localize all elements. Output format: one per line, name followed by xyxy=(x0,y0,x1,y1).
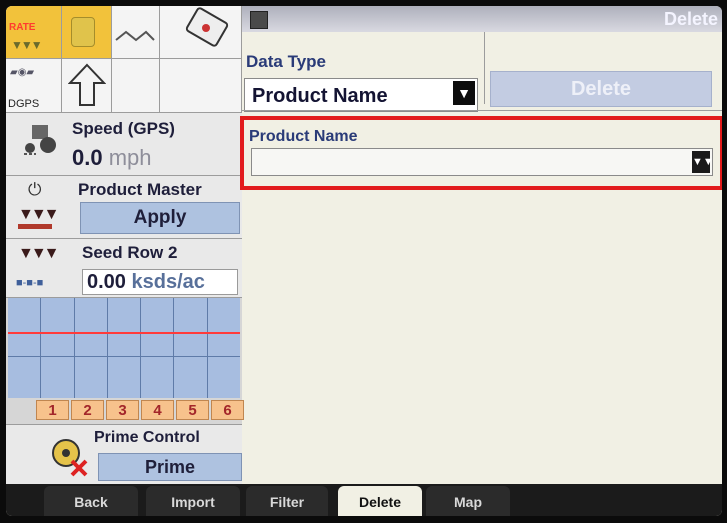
speed-block: Speed (GPS) 0.0 mph xyxy=(6,113,242,176)
row-bar-graph xyxy=(8,298,240,398)
screen: RATE ▼▼▼ ▰◉▰ DGPS Speed (GPS) 0.0 mph ⏻ … xyxy=(6,6,722,516)
speed-title: Speed (GPS) xyxy=(72,119,175,138)
row-bar xyxy=(41,298,75,398)
prime-control-title: Prime Control xyxy=(94,429,200,446)
product-name-dropdown[interactable]: ▼▼ xyxy=(251,148,714,176)
header-divider xyxy=(484,32,485,104)
row-number[interactable]: 1 xyxy=(36,400,69,420)
row-unit-icon: ■-■-■ xyxy=(16,277,44,289)
row-bar xyxy=(208,298,240,398)
tab-delete[interactable]: Delete xyxy=(338,486,422,516)
speed-unit: mph xyxy=(108,145,152,170)
seed-meter-icon: ▼▼▼ xyxy=(18,206,59,223)
data-type-dropdown[interactable]: Product Name ▼ xyxy=(244,78,478,112)
product-master-title: Product Master xyxy=(78,180,202,199)
seed-bag-tile[interactable] xyxy=(62,6,112,59)
up-arrow-icon xyxy=(68,63,106,106)
tab-back[interactable]: Back xyxy=(44,486,138,516)
meter-bar-icon xyxy=(18,224,52,229)
target-rate-line xyxy=(8,332,240,334)
speed-value: 0.0 mph xyxy=(72,145,152,171)
prime-button[interactable]: Prime xyxy=(98,453,242,481)
product-name-label: Product Name xyxy=(249,128,358,145)
seed-row-block: ▼▼▼ Seed Row 2 ■-■-■ 0.00 ksds/ac xyxy=(6,239,242,298)
rate-seed-tile[interactable]: RATE ▼▼▼ xyxy=(6,6,62,59)
rate-label: RATE xyxy=(9,22,36,33)
tab-filter[interactable]: Filter xyxy=(246,486,328,516)
empty-tile-2[interactable] xyxy=(160,59,242,113)
double-chevron-down-icon: ▼▼ xyxy=(692,151,714,173)
seed-bag-icon xyxy=(71,17,95,47)
tab-import[interactable]: Import xyxy=(146,486,240,516)
satellite-icon: ▰◉▰ xyxy=(10,67,35,78)
tractor-icon xyxy=(24,125,56,155)
row-bar xyxy=(174,298,208,398)
heading-tile[interactable] xyxy=(62,59,112,113)
product-master-block: ⏻ Product Master ▼▼▼ Apply xyxy=(6,176,242,239)
apply-button[interactable]: Apply xyxy=(80,202,240,234)
prime-disabled-icon xyxy=(52,439,88,477)
row-number[interactable]: 2 xyxy=(71,400,104,420)
bottom-tab-bar: Back Import Filter Delete Map xyxy=(6,484,722,516)
data-type-value: Product Name xyxy=(252,85,388,107)
row-number-list: 1 2 3 4 5 6 xyxy=(36,400,244,420)
seed-rate-value: 0.00 ksds/ac xyxy=(87,271,205,294)
grid-icon xyxy=(250,11,268,29)
dgps-label: DGPS xyxy=(8,98,40,110)
implement-tile[interactable] xyxy=(112,6,160,59)
seed-rate-number: 0.00 xyxy=(87,271,126,293)
seed-rate-field[interactable]: 0.00 ksds/ac xyxy=(82,269,238,295)
tab-map[interactable]: Map xyxy=(426,486,510,516)
prime-control-block: Prime Control Prime xyxy=(6,424,242,484)
title-bar: Delete xyxy=(242,6,722,32)
display-icon xyxy=(185,7,229,47)
left-status-panel: RATE ▼▼▼ ▰◉▰ DGPS Speed (GPS) 0.0 mph ⏻ … xyxy=(6,6,244,484)
row-number[interactable]: 6 xyxy=(211,400,244,420)
data-type-label: Data Type xyxy=(246,52,326,71)
row-bar xyxy=(75,298,108,398)
row-number[interactable]: 3 xyxy=(106,400,139,420)
section-divider xyxy=(242,110,722,111)
seed-row-title: Seed Row 2 xyxy=(82,243,178,262)
page-title: Delete xyxy=(663,9,718,29)
display-tile[interactable] xyxy=(160,6,242,59)
delete-button[interactable]: Delete xyxy=(490,71,712,107)
bar-gridline xyxy=(8,356,240,357)
seed-icon: ▼▼▼ xyxy=(11,38,43,52)
seed-rate-unit: ksds/ac xyxy=(131,271,205,293)
empty-tile-1[interactable] xyxy=(112,59,160,113)
gps-tile[interactable]: ▰◉▰ DGPS xyxy=(6,59,62,113)
speed-number: 0.0 xyxy=(72,145,103,170)
row-bar xyxy=(141,298,175,398)
row-number[interactable]: 4 xyxy=(141,400,174,420)
row-number[interactable]: 5 xyxy=(176,400,209,420)
chevron-down-icon: ▼ xyxy=(453,81,475,105)
power-icon: ⏻ xyxy=(28,180,42,199)
implement-icon xyxy=(115,30,155,42)
seed-row-icon: ▼▼▼ xyxy=(18,245,59,262)
row-bar xyxy=(8,298,42,398)
row-bar xyxy=(108,298,142,398)
